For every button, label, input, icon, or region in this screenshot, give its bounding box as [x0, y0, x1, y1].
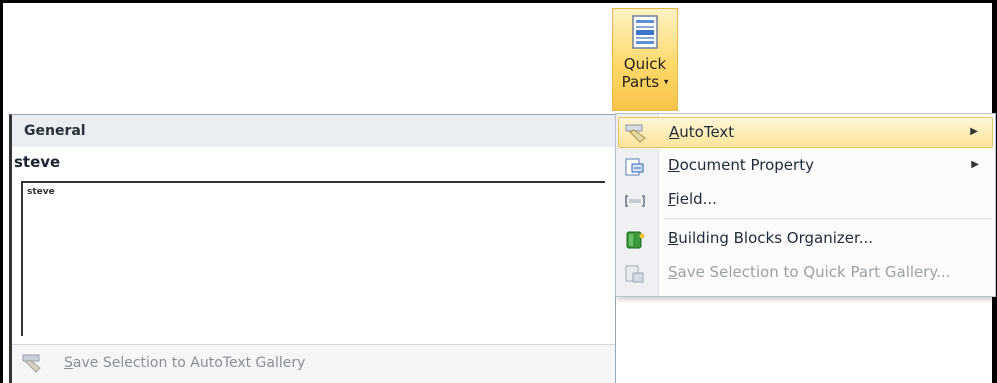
save-to-gallery-icon: [625, 265, 644, 283]
menu-item-building-blocks-organizer[interactable]: Building Blocks Organizer...: [618, 224, 993, 255]
menu-item-label: Document Property: [668, 156, 814, 174]
submenu-arrow-icon: ▶: [971, 159, 979, 170]
menu-item-save-selection-to-gallery[interactable]: Save Selection to Quick Part Gallery...: [618, 258, 993, 289]
quick-parts-menu: AutoText ▶ Document Property ▶ Field... …: [615, 113, 996, 297]
autotext-entry-preview[interactable]: steve: [21, 181, 605, 336]
quick-parts-label-text: Parts: [621, 73, 660, 91]
menu-item-document-property[interactable]: Document Property ▶: [618, 151, 993, 182]
mnemonic: S: [668, 263, 678, 281]
mnemonic: A: [669, 123, 680, 141]
quick-parts-button[interactable]: Quick Parts ▾: [612, 8, 678, 111]
menu-item-label: Building Blocks Organizer...: [668, 229, 873, 247]
building-blocks-icon: [626, 231, 645, 249]
save-selection-to-autotext-button[interactable]: Save Selection to AutoText Gallery: [64, 355, 305, 371]
preview-text: steve: [27, 187, 55, 197]
save-selection-icon: [22, 354, 41, 373]
save-label-rest: ave Selection to AutoText Gallery: [72, 355, 306, 371]
field-icon: [625, 195, 645, 207]
menu-item-label: Save Selection to Quick Part Gallery...: [668, 263, 950, 281]
dropdown-arrow-icon: ▾: [663, 77, 669, 88]
gallery-footer: Save Selection to AutoText Gallery: [12, 344, 615, 383]
label-rest: utoText: [679, 123, 735, 141]
submenu-arrow-icon: ▶: [970, 126, 978, 137]
quick-parts-label-line1: Quick: [623, 55, 667, 73]
mnemonic: D: [668, 156, 680, 174]
label-rest: ave Selection to Quick Part Gallery...: [677, 263, 951, 281]
label-rest: ocument Property: [679, 156, 814, 174]
autotext-entry-name[interactable]: steve: [14, 153, 60, 171]
gallery-category-header: General: [12, 115, 615, 147]
save-label-mnemonic: S: [64, 355, 73, 371]
quick-parts-icon: [632, 15, 658, 49]
autotext-icon: [625, 124, 646, 143]
menu-separator: [664, 218, 991, 219]
mnemonic: B: [668, 229, 679, 247]
label-rest: uilding Blocks Organizer...: [678, 229, 874, 247]
menu-item-field[interactable]: Field...: [618, 185, 993, 216]
quick-parts-label-line2: Parts ▾: [613, 73, 677, 92]
mnemonic: F: [668, 190, 676, 208]
menu-item-label: Field...: [668, 190, 717, 208]
menu-item-label: AutoText: [669, 123, 734, 141]
menu-item-autotext[interactable]: AutoText ▶: [618, 117, 993, 148]
label-rest: ield...: [675, 190, 717, 208]
autotext-gallery: General steve steve Save Selection to Au…: [9, 114, 616, 383]
document-property-icon: [625, 158, 644, 176]
